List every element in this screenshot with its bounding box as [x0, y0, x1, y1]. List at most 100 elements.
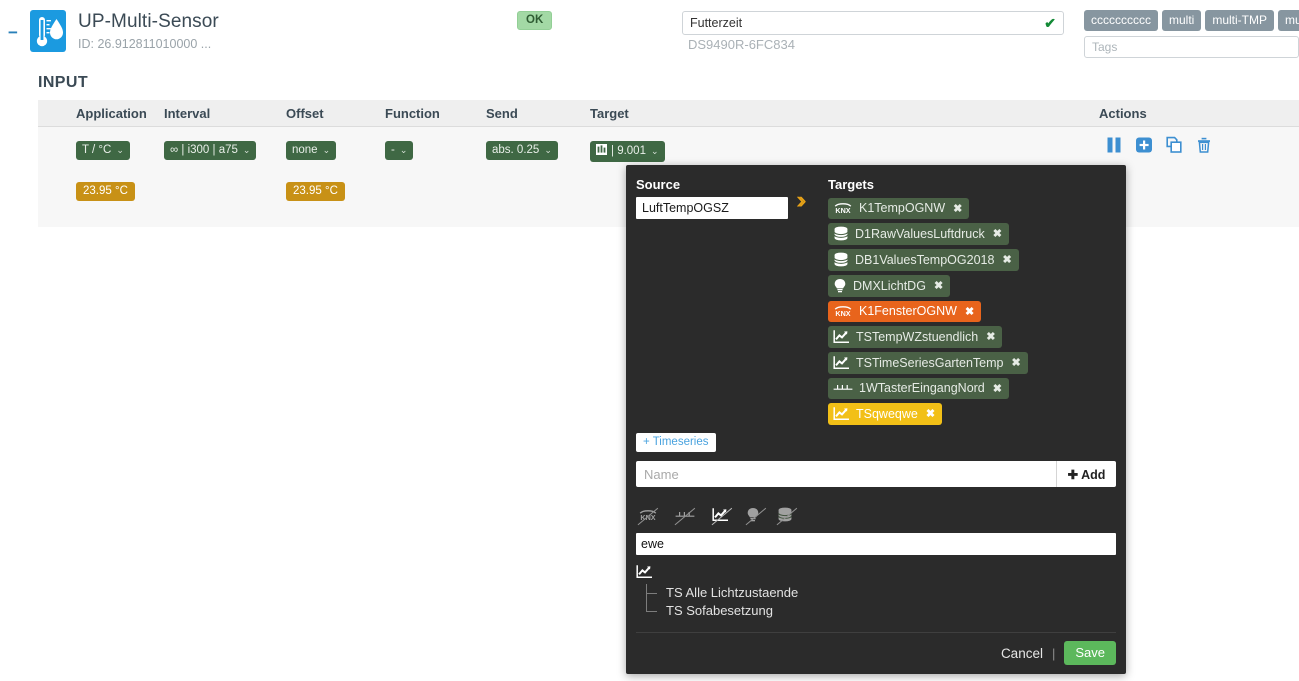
- tag-chip[interactable]: multi-TMP: [1205, 10, 1275, 31]
- column-header-application: Application: [76, 105, 147, 121]
- valid-check-icon: ✔: [1044, 15, 1056, 31]
- target-chip[interactable]: TSTimeSeriesGartenTemp ✖: [828, 352, 1028, 374]
- add-entry-button[interactable]: ✚ Add: [1056, 461, 1116, 487]
- remove-target-icon[interactable]: ✖: [1002, 253, 1011, 266]
- device-serial: DS9490R-6FC834: [688, 37, 795, 52]
- targets-label: Targets: [828, 177, 874, 192]
- remove-target-icon[interactable]: ✖: [993, 227, 1002, 240]
- add-timeseries-button[interactable]: + Timeseries: [636, 433, 716, 452]
- remove-target-icon[interactable]: ✖: [926, 407, 935, 420]
- chevron-down-icon: ⌄: [399, 144, 408, 155]
- remove-target-icon[interactable]: ✖: [934, 279, 943, 292]
- column-header-target: Target: [590, 105, 629, 121]
- target-dropdown[interactable]: | 9.001 ⌄: [590, 141, 665, 162]
- remove-target-icon[interactable]: ✖: [965, 305, 974, 318]
- target-chip-label: D1RawValuesLuftdruck: [855, 226, 985, 241]
- device-title: UP-Multi-Sensor: [78, 11, 219, 32]
- application-dropdown[interactable]: T / °C ⌄: [76, 141, 130, 160]
- new-entry-row: ✚ Add: [636, 461, 1116, 487]
- cell-function: - ⌄: [385, 127, 486, 227]
- column-header-function: Function: [385, 105, 440, 121]
- source-input[interactable]: [636, 197, 788, 219]
- copy-button[interactable]: [1164, 135, 1186, 157]
- function-dropdown-label: -: [391, 144, 395, 156]
- database-filter-icon[interactable]: [776, 507, 798, 526]
- target-chip-list: KNX K1TempOGNW ✖ D1RawValuesLuftdruck ✖ DB1Va…: [828, 198, 1118, 425]
- cancel-button[interactable]: Cancel: [1001, 646, 1043, 661]
- device-header: − UP-Multi-Sensor ID: 26.912811010000 ..…: [0, 0, 1299, 70]
- tag-chip[interactable]: mu: [1278, 10, 1299, 31]
- footer-divider: [636, 632, 1116, 633]
- offset-dropdown-label: none: [292, 144, 318, 156]
- interval-dropdown[interactable]: ∞ | i300 | a75 ⌄: [164, 141, 257, 160]
- function-dropdown[interactable]: - ⌄: [385, 141, 414, 160]
- target-chip[interactable]: KNX K1TempOGNW ✖: [828, 198, 970, 219]
- chart-icon: [636, 564, 1116, 582]
- result-tree: TS Alle Lichtzustaende TS Sofabesetzung: [636, 564, 1116, 620]
- interval-dropdown-label: ∞ | i300 | a75: [170, 144, 238, 156]
- cell-application: T / °C ⌄ 23.95 °C: [38, 127, 164, 227]
- device-name-field-wrap: ✔: [682, 11, 1064, 35]
- lightbulb-filter-icon[interactable]: [745, 507, 767, 526]
- target-chip-label: DMXLichtDG: [853, 278, 926, 293]
- tag-chip[interactable]: multi: [1162, 10, 1202, 31]
- pause-button[interactable]: [1104, 135, 1126, 157]
- target-chip[interactable]: TSqweqwe ✖: [828, 403, 943, 425]
- knx-filter-icon[interactable]: KNX: [637, 507, 659, 526]
- chart-icon: [833, 406, 850, 421]
- remove-target-icon[interactable]: ✖: [993, 382, 1002, 395]
- remove-target-icon[interactable]: ✖: [986, 330, 995, 343]
- thermometer-humidity-icon: [30, 10, 66, 52]
- table-header-row: Application Interval Offset Function Sen…: [38, 100, 1299, 127]
- chevron-down-icon: ⌄: [242, 144, 251, 155]
- tags-area: cccccccccc multi multi-TMP mu: [1084, 10, 1299, 58]
- add-button[interactable]: [1134, 135, 1156, 157]
- device-name-input[interactable]: [682, 11, 1064, 35]
- column-header-interval: Interval: [164, 105, 211, 121]
- page-title: INPUT: [38, 74, 88, 91]
- target-chip[interactable]: DMXLichtDG ✖: [828, 275, 951, 297]
- tag-chip-list: cccccccccc multi multi-TMP mu: [1084, 10, 1299, 31]
- tree-item-list: TS Alle Lichtzustaende TS Sofabesetzung: [636, 584, 1116, 620]
- application-dropdown-label: T / °C: [82, 144, 112, 156]
- target-chip[interactable]: KNX K1FensterOGNW ✖: [828, 301, 982, 322]
- cell-offset: none ⌄ 23.95 °C: [286, 127, 385, 227]
- send-dropdown-label: abs. 0.25: [492, 144, 540, 156]
- application-value-badge: 23.95 °C: [76, 182, 135, 201]
- chart-filter-icon[interactable]: [711, 507, 733, 526]
- column-header-offset: Offset: [286, 105, 324, 121]
- save-button[interactable]: Save: [1064, 641, 1116, 665]
- target-chip[interactable]: D1RawValuesLuftdruck ✖: [828, 223, 1009, 245]
- target-chip-label: TSTimeSeriesGartenTemp: [856, 355, 1004, 370]
- target-dropdown-label: | 9.001: [611, 145, 646, 157]
- collapse-toggle[interactable]: −: [8, 24, 22, 42]
- tree-item[interactable]: TS Sofabesetzung: [644, 602, 1116, 620]
- knx-icon: KNX: [833, 305, 853, 317]
- target-chip-label: DB1ValuesTempOG2018: [855, 252, 995, 267]
- remove-target-icon[interactable]: ✖: [1012, 356, 1021, 369]
- type-filter-icons: KNX: [637, 507, 798, 526]
- targets-section: Targets KNX K1TempOGNW ✖ D1RawValuesLuftdru…: [828, 177, 1118, 425]
- column-header-actions: Actions: [1099, 105, 1147, 121]
- onewire-filter-icon[interactable]: [674, 507, 696, 526]
- remove-target-icon[interactable]: ✖: [953, 202, 962, 215]
- tag-chip[interactable]: cccccccccc: [1084, 10, 1158, 31]
- target-chip-label: TSTempWZstuendlich: [856, 329, 979, 344]
- target-chip-label: K1FensterOGNW: [859, 304, 957, 318]
- column-header-send: Send: [486, 105, 518, 121]
- delete-button[interactable]: [1194, 135, 1216, 157]
- popup-footer: Cancel | Save: [636, 641, 1116, 665]
- search-input[interactable]: [636, 533, 1116, 555]
- svg-text:KNX: KNX: [835, 206, 850, 214]
- target-chip[interactable]: DB1ValuesTempOG2018 ✖: [828, 249, 1019, 271]
- send-dropdown[interactable]: abs. 0.25 ⌄: [486, 141, 558, 160]
- target-chip[interactable]: TSTempWZstuendlich ✖: [828, 326, 1003, 348]
- source-label: Source: [636, 177, 681, 192]
- lightbulb-icon: [833, 278, 847, 293]
- target-chip[interactable]: 1WTasterEingangNord ✖: [828, 378, 1009, 399]
- offset-dropdown[interactable]: none ⌄: [286, 141, 337, 160]
- new-name-input[interactable]: [636, 461, 1056, 487]
- tree-item[interactable]: TS Alle Lichtzustaende: [644, 584, 1116, 602]
- knx-bars-icon: [596, 144, 607, 158]
- tags-input[interactable]: [1084, 36, 1299, 58]
